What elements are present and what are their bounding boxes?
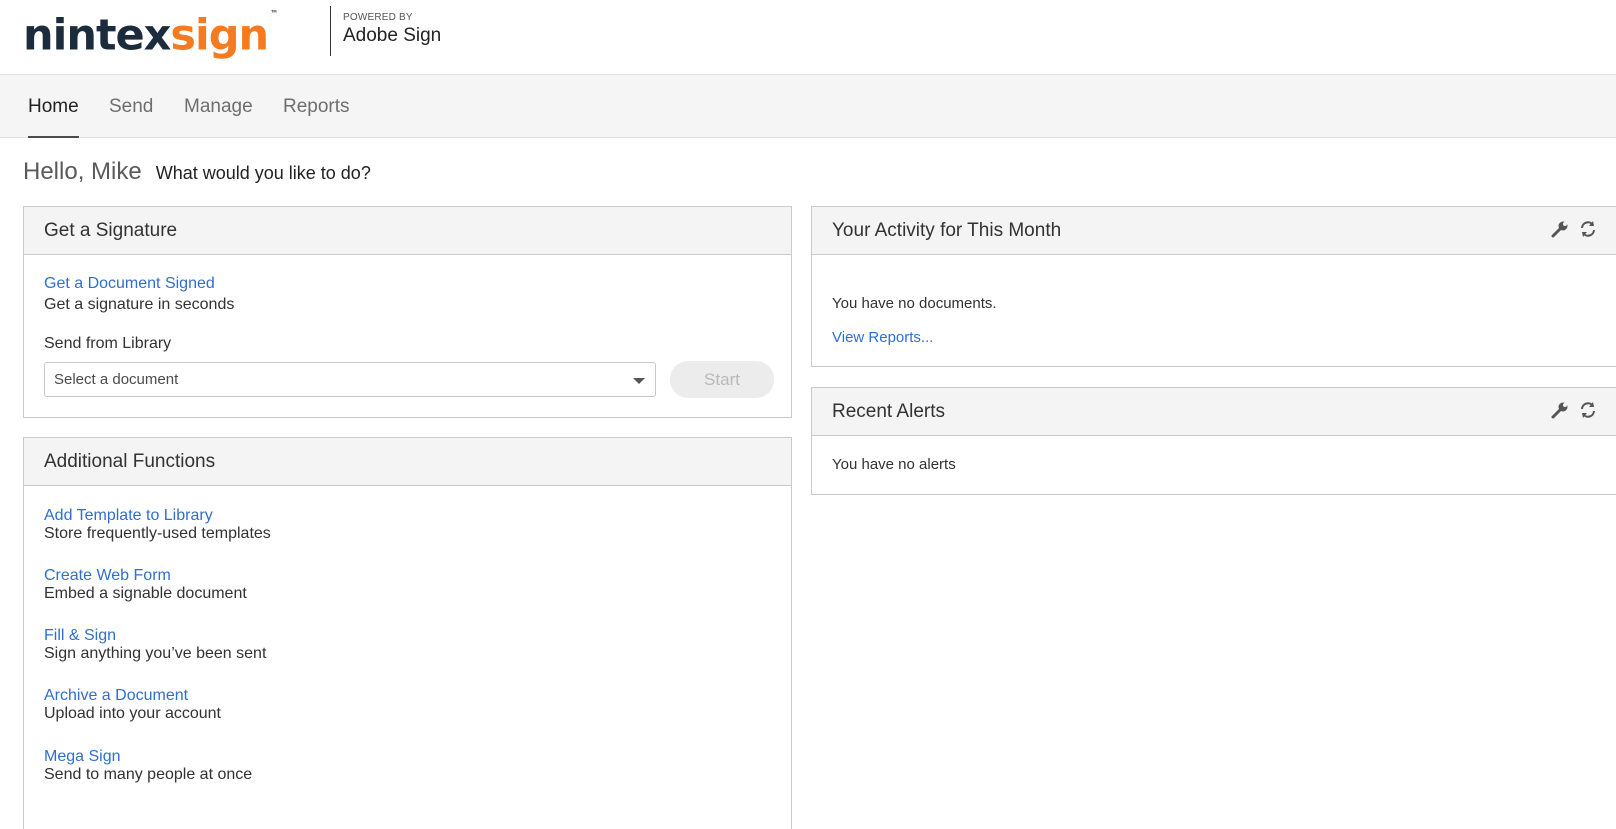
archive-document-desc: Upload into your account (44, 705, 221, 722)
alerts-message: You have no alerts (832, 456, 956, 473)
activity-message: You have no documents. (832, 295, 997, 312)
panel-header: Get a Signature (24, 207, 791, 255)
additional-functions-panel: Additional Functions Add Template to Lib… (23, 437, 792, 829)
start-button[interactable]: Start (670, 361, 774, 398)
chevron-down-icon (633, 378, 645, 384)
greeting-question: What would you like to do? (155, 163, 371, 183)
function-item-archive: Archive a Document Upload into your acco… (44, 687, 221, 723)
activity-panel: Your Activity for This Month You have no… (811, 206, 1616, 367)
get-signature-panel: Get a Signature Get a Document Signed Ge… (23, 206, 792, 418)
powered-by-label: POWERED BY (343, 12, 413, 23)
logo-text-sign: sign (170, 10, 269, 61)
function-item-mega-sign: Mega Sign Send to many people at once (44, 748, 252, 784)
panel-header: Recent Alerts (812, 388, 1616, 436)
panel-title: Recent Alerts (832, 401, 945, 422)
greeting: Hello, Mike What would you like to do? (23, 158, 371, 186)
recent-alerts-panel: Recent Alerts You have no alerts (811, 387, 1616, 495)
panel-tools (1550, 219, 1598, 239)
app-header: nintexsign ™ POWERED BY Adobe Sign (0, 0, 1616, 75)
add-template-link[interactable]: Add Template to Library (44, 507, 271, 525)
panel-header: Your Activity for This Month (812, 207, 1616, 255)
fill-sign-desc: Sign anything you’ve been sent (44, 645, 267, 662)
select-value: Select a document (54, 371, 179, 388)
refresh-icon[interactable] (1578, 400, 1598, 420)
mega-sign-link[interactable]: Mega Sign (44, 748, 252, 766)
powered-by-brand: Adobe Sign (343, 25, 442, 46)
function-item-fill-sign: Fill & Sign Sign anything you’ve been se… (44, 627, 266, 663)
send-from-library-label: Send from Library (44, 335, 172, 352)
tab-send[interactable]: Send (109, 96, 153, 138)
archive-document-link[interactable]: Archive a Document (44, 687, 221, 705)
get-document-signed-desc: Get a signature in seconds (44, 296, 235, 313)
panel-tools (1550, 400, 1598, 420)
tab-reports[interactable]: Reports (283, 96, 350, 138)
tab-home[interactable]: Home (28, 96, 79, 138)
create-web-form-link[interactable]: Create Web Form (44, 567, 247, 585)
panel-title: Additional Functions (44, 451, 216, 472)
greeting-hello: Hello, Mike (23, 158, 142, 185)
wrench-icon[interactable] (1550, 400, 1570, 420)
main-nav: Home Send Manage Reports (0, 75, 1616, 138)
function-item-add-template: Add Template to Library Store frequently… (44, 507, 271, 543)
logo-trademark: ™ (270, 9, 278, 18)
add-template-desc: Store frequently-used templates (44, 525, 271, 542)
mega-sign-desc: Send to many people at once (44, 766, 253, 783)
nintexsign-logo[interactable]: nintexsign ™ (23, 4, 278, 63)
library-document-select[interactable]: Select a document (44, 362, 656, 397)
fill-sign-link[interactable]: Fill & Sign (44, 627, 266, 645)
create-web-form-desc: Embed a signable document (44, 585, 247, 602)
view-reports-link[interactable]: View Reports... (832, 329, 933, 346)
powered-by-badge: POWERED BY Adobe Sign (330, 6, 441, 56)
refresh-icon[interactable] (1578, 219, 1598, 239)
panel-title: Your Activity for This Month (832, 220, 1062, 241)
panel-title: Get a Signature (44, 220, 178, 241)
logo-text-nintex: nintex (23, 10, 171, 61)
function-item-web-form: Create Web Form Embed a signable documen… (44, 567, 247, 603)
panel-header: Additional Functions (24, 438, 791, 486)
wrench-icon[interactable] (1550, 219, 1570, 239)
get-document-signed-link[interactable]: Get a Document Signed (44, 275, 215, 293)
tab-manage[interactable]: Manage (184, 96, 253, 138)
